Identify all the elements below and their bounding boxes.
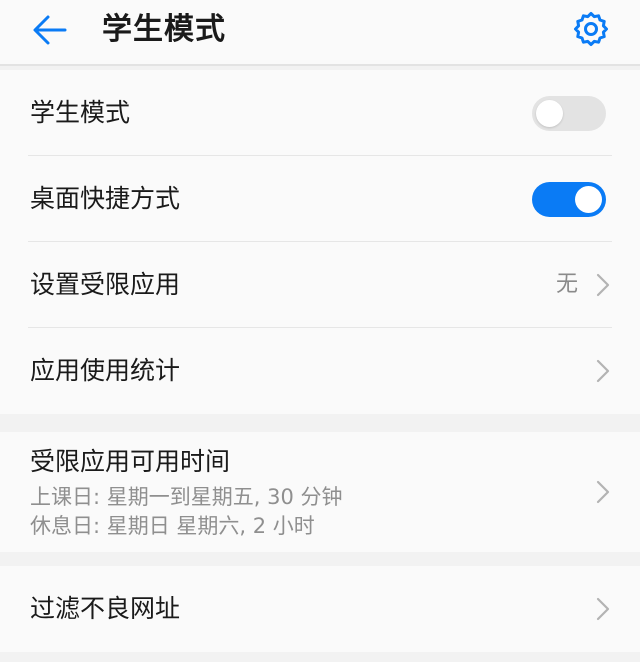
row-label: 桌面快捷方式 <box>30 184 181 213</box>
back-button[interactable] <box>28 8 72 52</box>
chevron-right-icon <box>596 480 610 504</box>
back-arrow-icon <box>33 15 67 45</box>
settings-group-main: 学生模式 桌面快捷方式 设置受限应用 无 应用使用统计 <box>0 70 640 414</box>
toggle-knob <box>536 100 563 127</box>
row-label: 过滤不良网址 <box>30 594 181 623</box>
row-app-usage-stats[interactable]: 应用使用统计 <box>0 328 640 414</box>
settings-group-url-filter: 过滤不良网址 <box>0 566 640 652</box>
settings-group-time-limit: 受限应用可用时间 上课日: 星期一到星期五, 30 分钟 休息日: 星期日 星期… <box>0 432 640 552</box>
schoolday-schedule: 上课日: 星期一到星期五, 30 分钟 <box>30 485 343 509</box>
restday-schedule: 休息日: 星期日 星期六, 2 小时 <box>30 514 315 538</box>
row-restricted-apps[interactable]: 设置受限应用 无 <box>0 242 640 328</box>
row-label: 应用使用统计 <box>30 356 181 385</box>
chevron-right-icon <box>596 597 610 621</box>
chevron-right-icon <box>596 359 610 383</box>
page-title: 学生模式 <box>102 12 226 47</box>
toggle-knob <box>575 186 602 213</box>
row-label: 受限应用可用时间 <box>30 447 231 476</box>
chevron-right-icon <box>596 273 610 297</box>
restricted-apps-value: 无 <box>555 272 578 297</box>
row-desktop-shortcut[interactable]: 桌面快捷方式 <box>0 156 640 242</box>
row-restricted-app-time[interactable]: 受限应用可用时间 上课日: 星期一到星期五, 30 分钟 休息日: 星期日 星期… <box>0 432 640 552</box>
student-mode-screen: 学生模式 学生模式 桌面快捷方式 设置受限应用 无 应用使用统计 受限应用可用时… <box>0 0 640 662</box>
student-mode-toggle[interactable] <box>532 96 606 131</box>
row-student-mode[interactable]: 学生模式 <box>0 70 640 156</box>
row-label: 学生模式 <box>30 98 131 127</box>
gear-icon <box>574 12 608 46</box>
app-header: 学生模式 <box>0 0 640 66</box>
row-filter-bad-urls[interactable]: 过滤不良网址 <box>0 566 640 652</box>
desktop-shortcut-toggle[interactable] <box>532 182 606 217</box>
settings-button[interactable] <box>568 6 614 52</box>
row-label: 设置受限应用 <box>30 270 181 299</box>
